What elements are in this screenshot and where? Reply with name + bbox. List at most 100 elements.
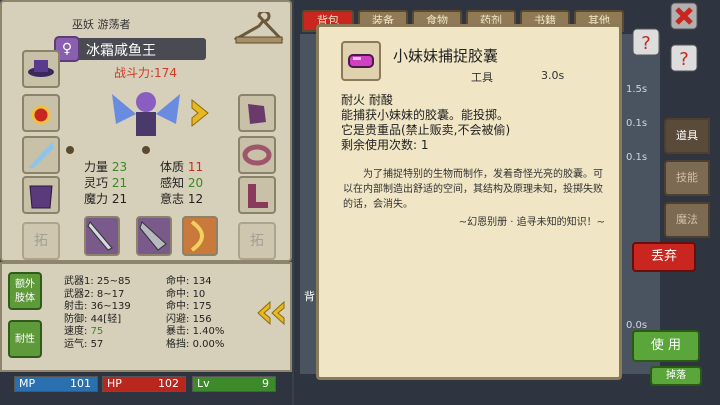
next-arrow-icon[interactable] — [188, 98, 212, 128]
slot-locked-right: 拓 — [238, 222, 276, 260]
combat-value: 156 — [192, 313, 212, 325]
combat-label: 射击: — [64, 301, 88, 313]
stat-label: 感知 — [160, 176, 185, 190]
item-prop: 耐火 耐酸 — [341, 93, 393, 107]
stat-dot-icon — [66, 146, 74, 154]
resistance-button[interactable]: 耐性 — [8, 320, 42, 358]
combat-label: 暴击: — [166, 326, 190, 338]
sword-icon — [87, 221, 113, 251]
stat-label: 灵巧 — [84, 176, 109, 190]
hp-label: HP — [107, 377, 122, 390]
combat-left-col: 武器1: 25~85 武器2: 8~17 射击: 36~139 防御: 44[轻… — [64, 276, 131, 352]
item-description: 为了捕捉特别的生物而制作，发着奇怪光亮的胶囊。可以在内部制造出舒适的空间，其结构… — [343, 169, 603, 210]
combat-value: 1.40% — [192, 326, 225, 338]
slot-belt[interactable] — [238, 136, 276, 174]
combat-label: 武器2: — [64, 288, 94, 300]
bow-icon — [190, 220, 204, 252]
lv-value: 9 — [262, 377, 269, 390]
wing-blade-icon — [28, 142, 54, 168]
combat-power: 战斗力:174 — [114, 66, 177, 80]
tab-magic[interactable]: 魔法 — [664, 202, 710, 238]
item-detail-popup: 小妹妹捕捉胶囊 工具 3.0s 耐火 耐酸 能捕获小妹妹的胶囊。能投掷。 它是贵… — [316, 24, 622, 380]
item-title: 小妹妹捕捉胶囊 — [393, 47, 499, 65]
slot-weapon[interactable] — [22, 136, 60, 174]
help-icon[interactable]: ? — [632, 28, 660, 56]
stat-label: 意志 — [160, 192, 185, 206]
hanger-icon[interactable] — [232, 9, 284, 48]
combat-value: 75 — [90, 326, 104, 338]
gloves-icon — [248, 104, 266, 124]
mp-bar: MP 101 — [14, 376, 98, 392]
combat-label: 运气: — [64, 338, 88, 350]
svg-text:?: ? — [679, 49, 689, 70]
bag-label: 背 — [304, 290, 315, 303]
combat-value: 44[轻] — [90, 313, 122, 325]
stat-value: 12 — [187, 192, 204, 206]
item-signature: ~幻恩别册 · 追寻未知的知识！~ — [458, 217, 605, 228]
slot-gloves[interactable] — [238, 94, 276, 132]
combat-label: 闪避: — [166, 313, 190, 325]
slot-head[interactable] — [22, 50, 60, 88]
combat-value: 134 — [192, 276, 212, 287]
discard-button[interactable]: 丢弃 — [632, 242, 696, 272]
use-button[interactable]: 使 用 — [632, 330, 700, 362]
combat-value: 25~85 — [96, 276, 131, 287]
stat-dot-icon — [142, 146, 150, 154]
stat-label: 魔力 — [84, 192, 109, 206]
stat-value: 21 — [111, 176, 128, 190]
close-icon[interactable] — [670, 2, 698, 30]
item-type: 工具 — [471, 71, 493, 84]
slot-weapon-1[interactable] — [84, 216, 120, 256]
character-name: 冰霜咸鱼王 — [86, 43, 156, 59]
combat-right-col: 命中: 134 命中: 10 命中: 175 闪避: 156 暴击: 1.40%… — [166, 276, 224, 352]
stat-label: 体质 — [160, 160, 185, 174]
extra-limbs-button[interactable]: 额外 肢体 — [8, 272, 42, 310]
boots-icon — [248, 184, 268, 208]
armor-icon — [29, 185, 53, 209]
mp-label: MP — [19, 377, 36, 390]
tab-skills[interactable]: 技能 — [664, 160, 710, 196]
tab-items[interactable]: 道具 — [664, 118, 710, 154]
item-prop: 能捕获小妹妹的胶囊。能投掷。 — [341, 108, 510, 122]
slot-ranged[interactable] — [182, 216, 218, 256]
slot-amulet[interactable] — [22, 94, 60, 132]
combat-value: 175 — [192, 301, 212, 313]
slot-body[interactable] — [22, 176, 60, 214]
combat-value: 10 — [192, 288, 206, 300]
collapse-arrow-icon[interactable] — [254, 300, 288, 326]
slot-boots[interactable] — [238, 176, 276, 214]
item-weight: 1.5s — [626, 84, 648, 95]
item-prop: 它是贵重品(禁止贩卖,不会被偷) — [341, 123, 511, 137]
item-weight: 0.1s — [626, 152, 648, 163]
combat-value: 36~139 — [90, 301, 131, 313]
stat-value: 11 — [187, 160, 204, 174]
item-weight: 0.1s — [626, 118, 648, 129]
combat-label: 命中: — [166, 288, 190, 300]
lv-label: Lv — [197, 377, 210, 390]
stat-label: 力量 — [84, 160, 109, 174]
combat-label: 防御: — [64, 313, 88, 325]
combat-label: 命中: — [166, 276, 190, 287]
combat-label: 速度: — [64, 326, 88, 338]
class-line: 巫妖 游荡者 — [72, 18, 131, 31]
drop-button[interactable]: 掉落 — [650, 366, 702, 386]
item-properties: 耐火 耐酸 能捕获小妹妹的胶囊。能投掷。 它是贵重品(禁止贩卖,不会被偷) 剩余… — [341, 93, 510, 153]
stat-value: 23 — [111, 160, 128, 174]
slot-locked-left: 拓 — [22, 222, 60, 260]
combat-label: 命中: — [166, 301, 190, 313]
character-sprite — [106, 84, 186, 140]
combat-value: 57 — [90, 338, 104, 350]
hp-bar: HP 102 — [102, 376, 186, 392]
status-bars: MP 101 HP 102 Lv 9 — [0, 372, 292, 405]
help-icon-2[interactable]: ? — [670, 44, 698, 72]
svg-text:?: ? — [641, 33, 651, 54]
mp-value: 101 — [70, 377, 91, 390]
combat-label: 武器1: — [64, 276, 94, 287]
stat-value: 20 — [187, 176, 204, 190]
slot-weapon-2[interactable] — [136, 216, 172, 256]
cleaver-icon — [139, 221, 167, 251]
capsule-icon — [341, 41, 381, 81]
character-panel: 巫妖 游荡者 ♀ 冰霜咸鱼王 战斗力:174 拓 拓 力量 23 体质 11 灵 — [0, 0, 292, 262]
hp-value: 102 — [158, 377, 179, 390]
item-prop: 剩余使用次数: 1 — [341, 138, 429, 152]
